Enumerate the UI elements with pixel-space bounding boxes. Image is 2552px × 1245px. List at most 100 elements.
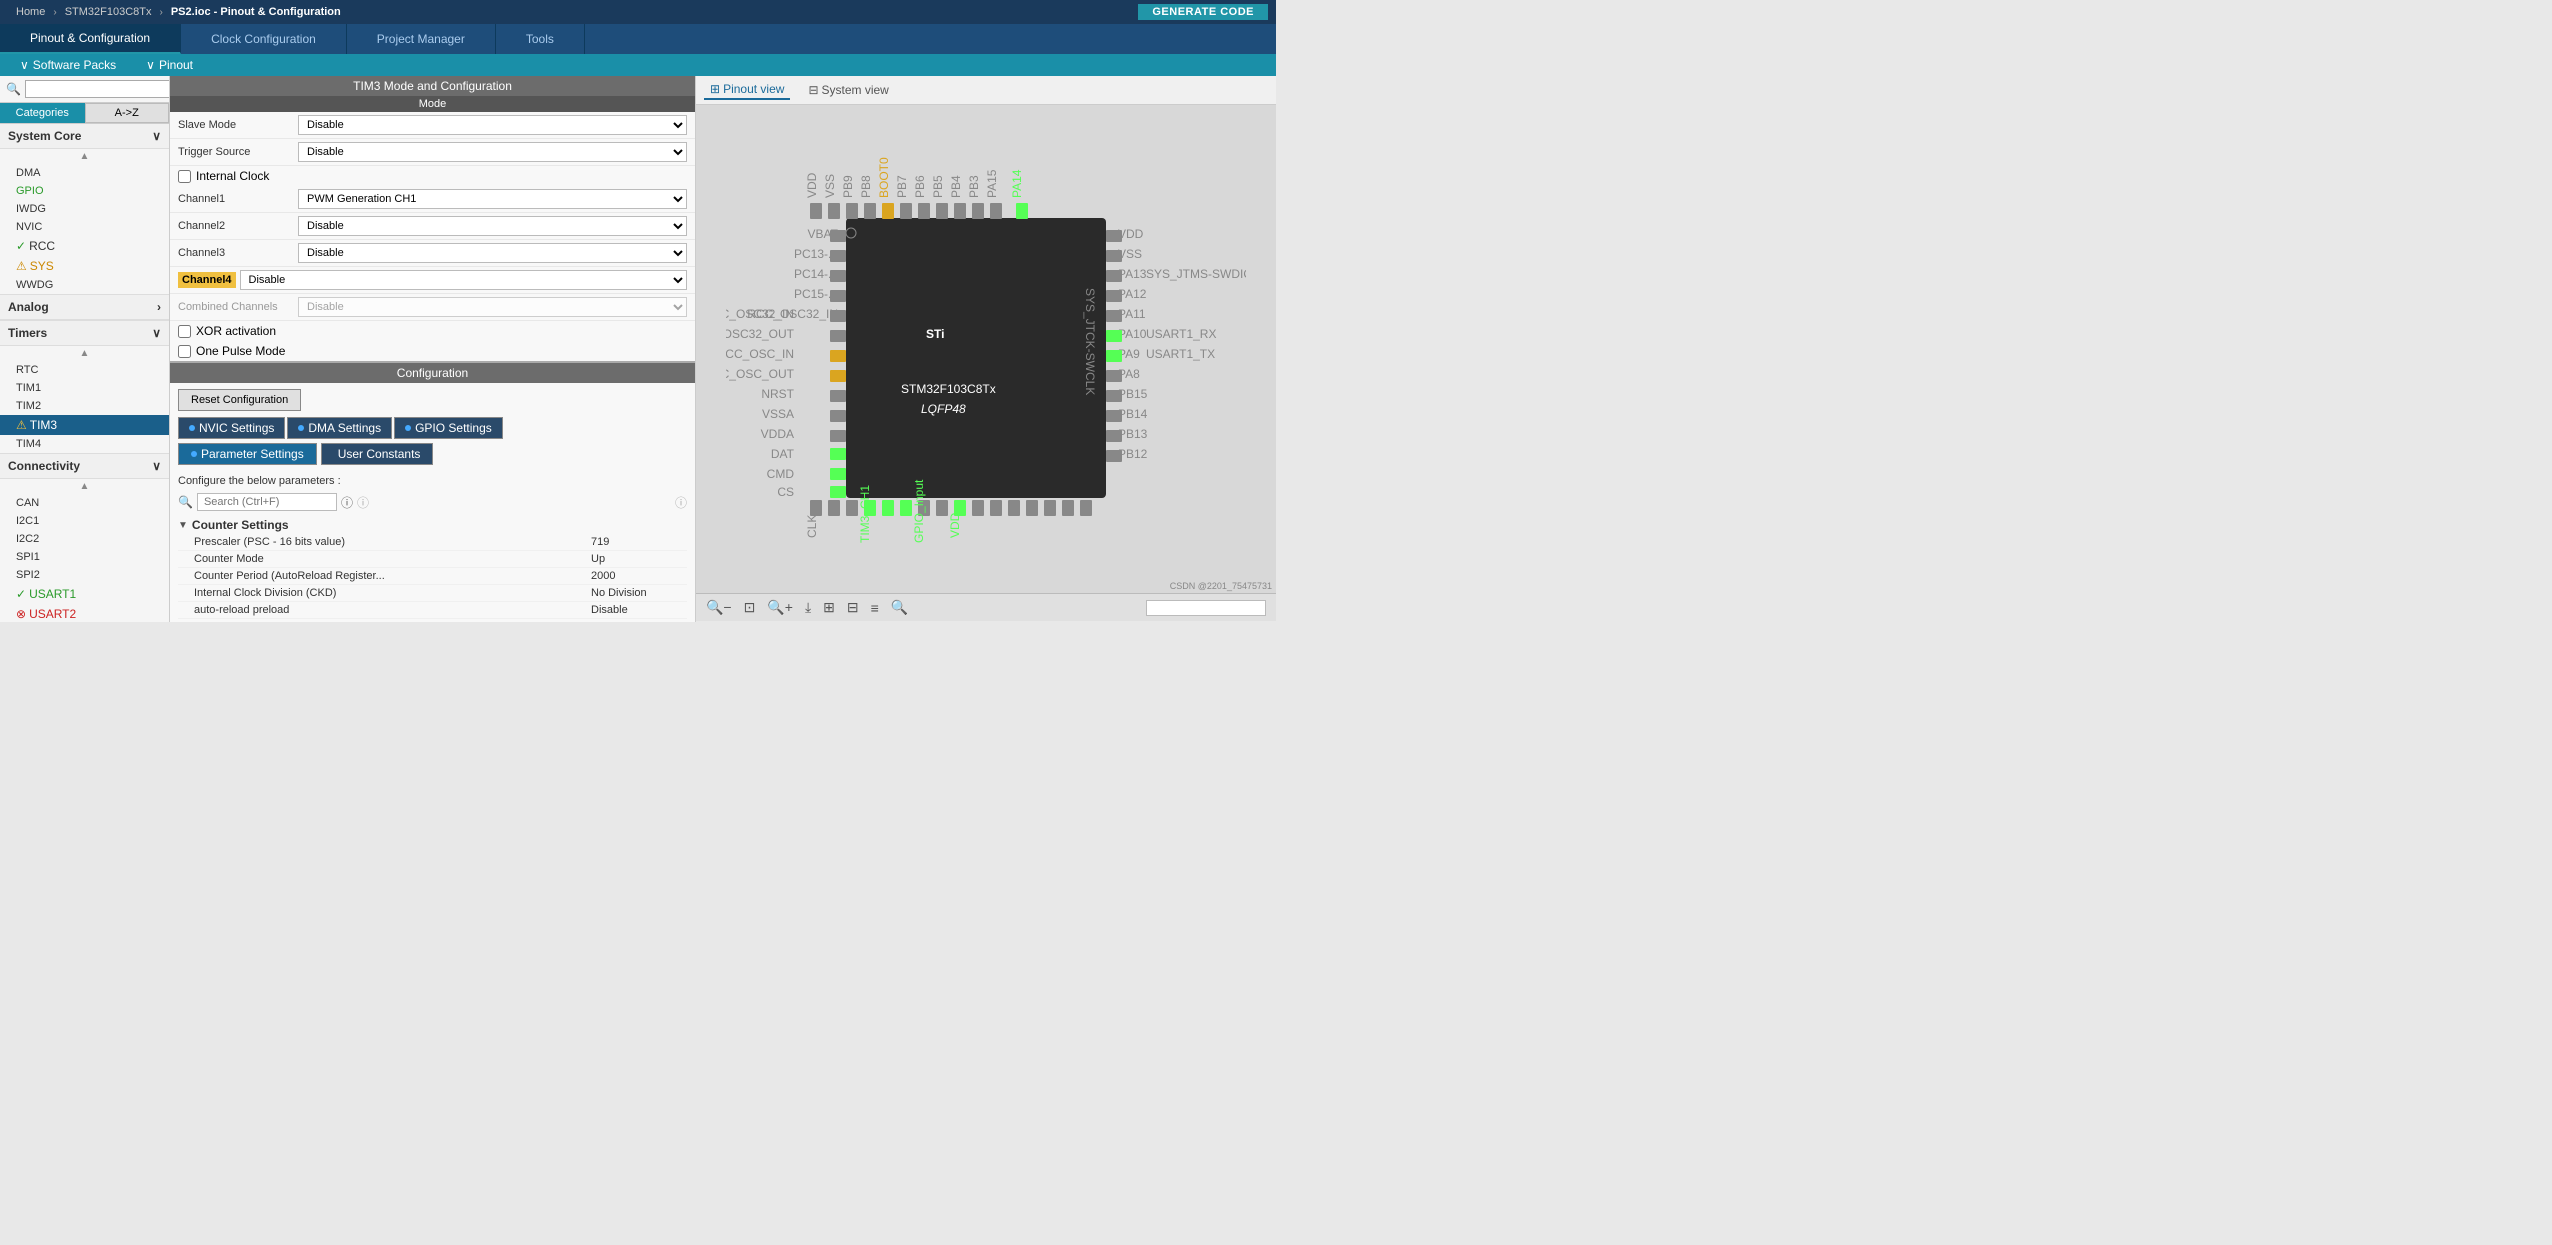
sidebar-item-usart2[interactable]: ⊗USART2: [0, 604, 169, 622]
trigger-source-row: Trigger Source Disable: [170, 139, 695, 166]
nav-mcu[interactable]: STM32F103C8Tx: [57, 6, 160, 18]
parameter-settings-tab[interactable]: Parameter Settings: [178, 443, 317, 465]
system-core-header[interactable]: System Core ∨: [0, 124, 169, 149]
ckd-row: Internal Clock Division (CKD) No Divisio…: [178, 585, 687, 602]
tab-tools[interactable]: Tools: [496, 24, 585, 54]
sidebar-item-usart1[interactable]: ✓USART1: [0, 584, 169, 604]
svg-text:STi: STi: [926, 327, 944, 341]
system-core-label: System Core: [8, 129, 81, 143]
toolbar-search-input[interactable]: [1146, 600, 1266, 616]
sidebar-item-nvic[interactable]: NVIC: [0, 218, 169, 236]
dma-settings-tab[interactable]: DMA Settings: [287, 417, 392, 439]
nav-current[interactable]: PS2.ioc - Pinout & Configuration: [163, 6, 349, 18]
list-icon[interactable]: ≡: [871, 600, 879, 616]
svg-text:RCC_OSC_OUT: RCC_OSC_OUT: [726, 367, 795, 381]
sidebar-item-spi2[interactable]: SPI2: [0, 566, 169, 584]
user-constants-tab[interactable]: User Constants: [321, 443, 434, 465]
sidebar-search-input[interactable]: [25, 80, 170, 98]
sidebar-item-dma[interactable]: DMA: [0, 164, 169, 182]
sidebar-item-i2c2[interactable]: I2C2: [0, 530, 169, 548]
channel4-select[interactable]: Disable: [240, 270, 687, 290]
sidebar-item-tim4[interactable]: TIM4: [0, 435, 169, 453]
sub-tab-pinout-label: Pinout: [159, 58, 193, 72]
svg-text:GPIO_Input: GPIO_Input: [912, 479, 926, 543]
sidebar-item-rtc[interactable]: RTC: [0, 361, 169, 379]
svg-text:RCC_OSC32_OUT: RCC_OSC32_OUT: [726, 327, 795, 341]
channel2-select[interactable]: Disable: [298, 216, 687, 236]
timers-scroll-up[interactable]: ▲: [0, 346, 169, 361]
channel3-select[interactable]: Disable: [298, 243, 687, 263]
generate-code-button[interactable]: GENERATE CODE: [1138, 4, 1268, 20]
gpio-settings-tab[interactable]: GPIO Settings: [394, 417, 503, 439]
tab-project-manager[interactable]: Project Manager: [347, 24, 496, 54]
sidebar-item-spi1[interactable]: SPI1: [0, 548, 169, 566]
layout-icon[interactable]: ⊞: [823, 599, 835, 616]
trgo-group[interactable]: ▼ Trigger Output (TRGO) Parameters: [178, 619, 687, 622]
svg-text:USART1_TX: USART1_TX: [1146, 347, 1215, 361]
xor-activation-checkbox[interactable]: [178, 325, 191, 338]
sidebar-tab-categories[interactable]: Categories: [0, 103, 85, 123]
sidebar-item-tim2[interactable]: TIM2: [0, 397, 169, 415]
svg-text:PA11: PA11: [1118, 307, 1146, 321]
timers-header[interactable]: Timers ∨: [0, 321, 169, 346]
nvic-dot-icon: [189, 425, 195, 431]
sys-warn-icon: ⚠: [16, 259, 27, 273]
one-pulse-mode-label: One Pulse Mode: [196, 344, 285, 358]
svg-text:PB6: PB6: [913, 175, 927, 198]
param-info-icon-1[interactable]: ⓘ: [341, 494, 353, 511]
system-view-tab[interactable]: ⊟ System view: [802, 80, 894, 100]
zoom-in-icon[interactable]: 🔍+: [767, 599, 793, 616]
combined-channels-row: Combined Channels Disable: [170, 294, 695, 321]
trigger-source-select[interactable]: Disable: [298, 142, 687, 162]
param-dot-icon: [191, 451, 197, 457]
system-core-scroll-up[interactable]: ▲: [0, 149, 169, 164]
param-search-input[interactable]: [197, 493, 337, 511]
nvic-settings-tab[interactable]: NVIC Settings: [178, 417, 285, 439]
sidebar-item-sys[interactable]: ⚠SYS: [0, 256, 169, 276]
fit-icon[interactable]: ⊡: [744, 599, 756, 616]
view-tabs: ⊞ Pinout view ⊟ System view: [696, 76, 1276, 105]
svg-text:CMD: CMD: [767, 467, 795, 481]
analog-label: Analog: [8, 300, 49, 314]
sub-tab-software-packs[interactable]: ∨ Software Packs: [20, 58, 116, 72]
svg-text:PA10: PA10: [1118, 327, 1147, 341]
tab-pinout-config[interactable]: Pinout & Configuration: [0, 24, 181, 54]
connectivity-header[interactable]: Connectivity ∨: [0, 454, 169, 479]
download-icon[interactable]: ⤓: [805, 599, 811, 616]
param-info-icon-3[interactable]: ⓘ: [675, 494, 687, 511]
svg-text:LQFP48: LQFP48: [921, 402, 966, 416]
main-tabs: Pinout & Configuration Clock Configurati…: [0, 24, 1276, 54]
sidebar-item-rcc[interactable]: ✓RCC: [0, 236, 169, 256]
counter-settings-arrow: ▼: [178, 520, 188, 531]
connectivity-scroll-up[interactable]: ▲: [0, 479, 169, 494]
dma-dot-icon: [298, 425, 304, 431]
split-icon[interactable]: ⊟: [847, 599, 859, 616]
dma-settings-label: DMA Settings: [308, 421, 381, 435]
search-toolbar-icon[interactable]: 🔍: [891, 599, 908, 616]
channel1-select[interactable]: PWM Generation CH1: [298, 189, 687, 209]
sub-tab-pinout[interactable]: ∨ Pinout: [146, 58, 193, 72]
mode-section-label: Mode: [170, 96, 695, 112]
internal-clock-checkbox[interactable]: [178, 170, 191, 183]
sidebar-item-gpio[interactable]: GPIO: [0, 182, 169, 200]
tab-clock-config[interactable]: Clock Configuration: [181, 24, 347, 54]
sidebar-item-can[interactable]: CAN: [0, 494, 169, 512]
counter-settings-group[interactable]: ▼ Counter Settings: [178, 515, 687, 534]
svg-text:PB5: PB5: [931, 175, 945, 198]
sidebar-item-iwdg[interactable]: IWDG: [0, 200, 169, 218]
slave-mode-select[interactable]: Disable: [298, 115, 687, 135]
sidebar-item-tim1[interactable]: TIM1: [0, 379, 169, 397]
sidebar-tab-az[interactable]: A->Z: [85, 103, 170, 123]
analog-header[interactable]: Analog ›: [0, 295, 169, 320]
reset-configuration-button[interactable]: Reset Configuration: [178, 389, 301, 411]
zoom-out-icon[interactable]: 🔍−: [706, 599, 732, 616]
parameter-settings-label: Parameter Settings: [201, 447, 304, 461]
sidebar-item-wwdg[interactable]: WWDG: [0, 276, 169, 294]
sidebar-item-i2c1[interactable]: I2C1: [0, 512, 169, 530]
nav-home[interactable]: Home: [8, 6, 53, 18]
param-info-icon-2[interactable]: ⓘ: [357, 494, 369, 511]
pinout-view-tab[interactable]: ⊞ Pinout view: [704, 80, 790, 100]
sidebar-item-tim3[interactable]: ⚠TIM3: [0, 415, 169, 435]
counter-mode-name: Counter Mode: [194, 553, 591, 565]
one-pulse-mode-checkbox[interactable]: [178, 345, 191, 358]
